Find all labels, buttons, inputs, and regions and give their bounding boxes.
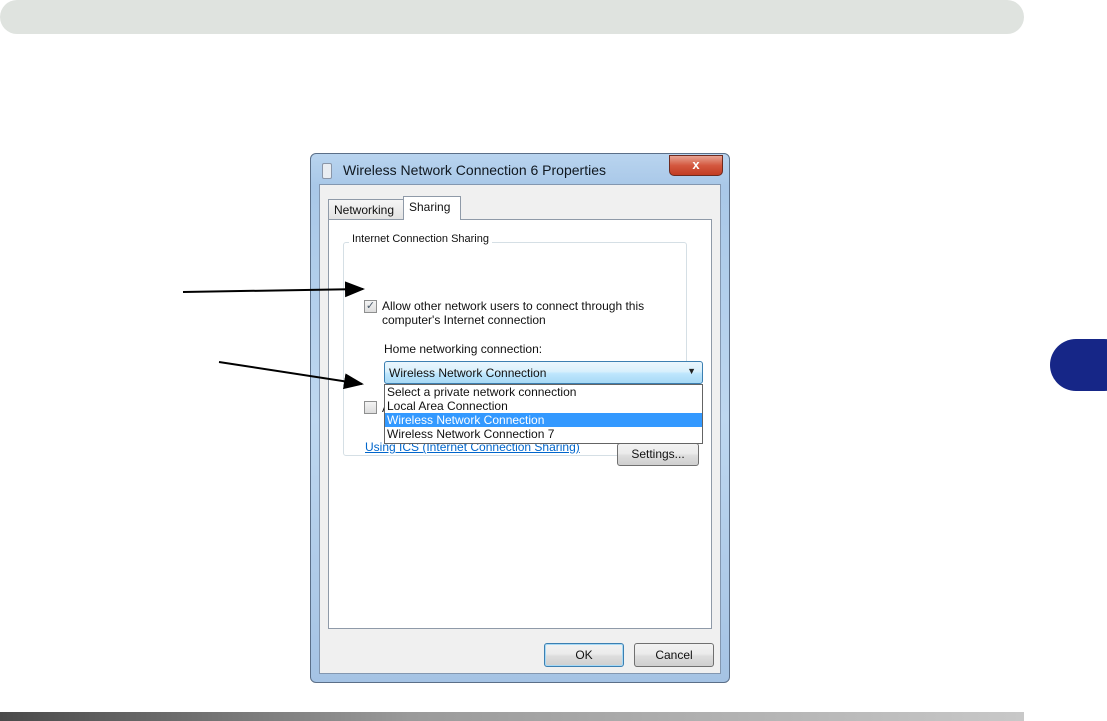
close-button[interactable]: x — [669, 155, 723, 176]
dialog-title: Wireless Network Connection 6 Properties — [343, 162, 606, 178]
dialog-client-area: Networking Sharing Internet Connection S… — [319, 184, 721, 674]
sharing-tab-panel: Internet Connection Sharing ✓ Allow othe… — [328, 219, 712, 629]
properties-dialog: Wireless Network Connection 6 Properties… — [310, 153, 730, 683]
dropdown-option[interactable]: Select a private network connection — [385, 385, 702, 399]
tab-networking[interactable]: Networking — [328, 199, 405, 219]
cancel-button[interactable]: Cancel — [634, 643, 714, 667]
chevron-down-icon[interactable]: ▼ — [687, 366, 696, 376]
close-icon: x — [692, 157, 700, 172]
settings-button[interactable]: Settings... — [617, 443, 699, 466]
home-networking-value: Wireless Network Connection — [389, 366, 547, 380]
page-footer-rule — [0, 712, 1024, 721]
allow-sharing-checkbox[interactable]: ✓ — [364, 300, 377, 313]
dropdown-option[interactable]: Local Area Connection — [385, 399, 702, 413]
control-sharing-checkbox[interactable] — [364, 401, 377, 414]
checkmark-icon: ✓ — [365, 300, 376, 312]
allow-sharing-label: Allow other network users to connect thr… — [382, 299, 645, 327]
ics-group-title: Internet Connection Sharing — [349, 233, 492, 245]
chapter-side-tab — [1050, 339, 1107, 391]
home-networking-label: Home networking connection: — [384, 342, 543, 356]
dropdown-option[interactable]: Wireless Network Connection 7 — [385, 427, 702, 441]
page-header-bar — [0, 0, 1024, 34]
network-adapter-icon — [322, 163, 332, 179]
home-networking-select[interactable]: Wireless Network Connection ▼ — [384, 361, 703, 384]
home-networking-dropdown-list: Select a private network connection Loca… — [384, 384, 703, 444]
tab-sharing[interactable]: Sharing — [403, 196, 461, 220]
dropdown-option-selected[interactable]: Wireless Network Connection — [385, 413, 702, 427]
ok-button[interactable]: OK — [544, 643, 624, 667]
